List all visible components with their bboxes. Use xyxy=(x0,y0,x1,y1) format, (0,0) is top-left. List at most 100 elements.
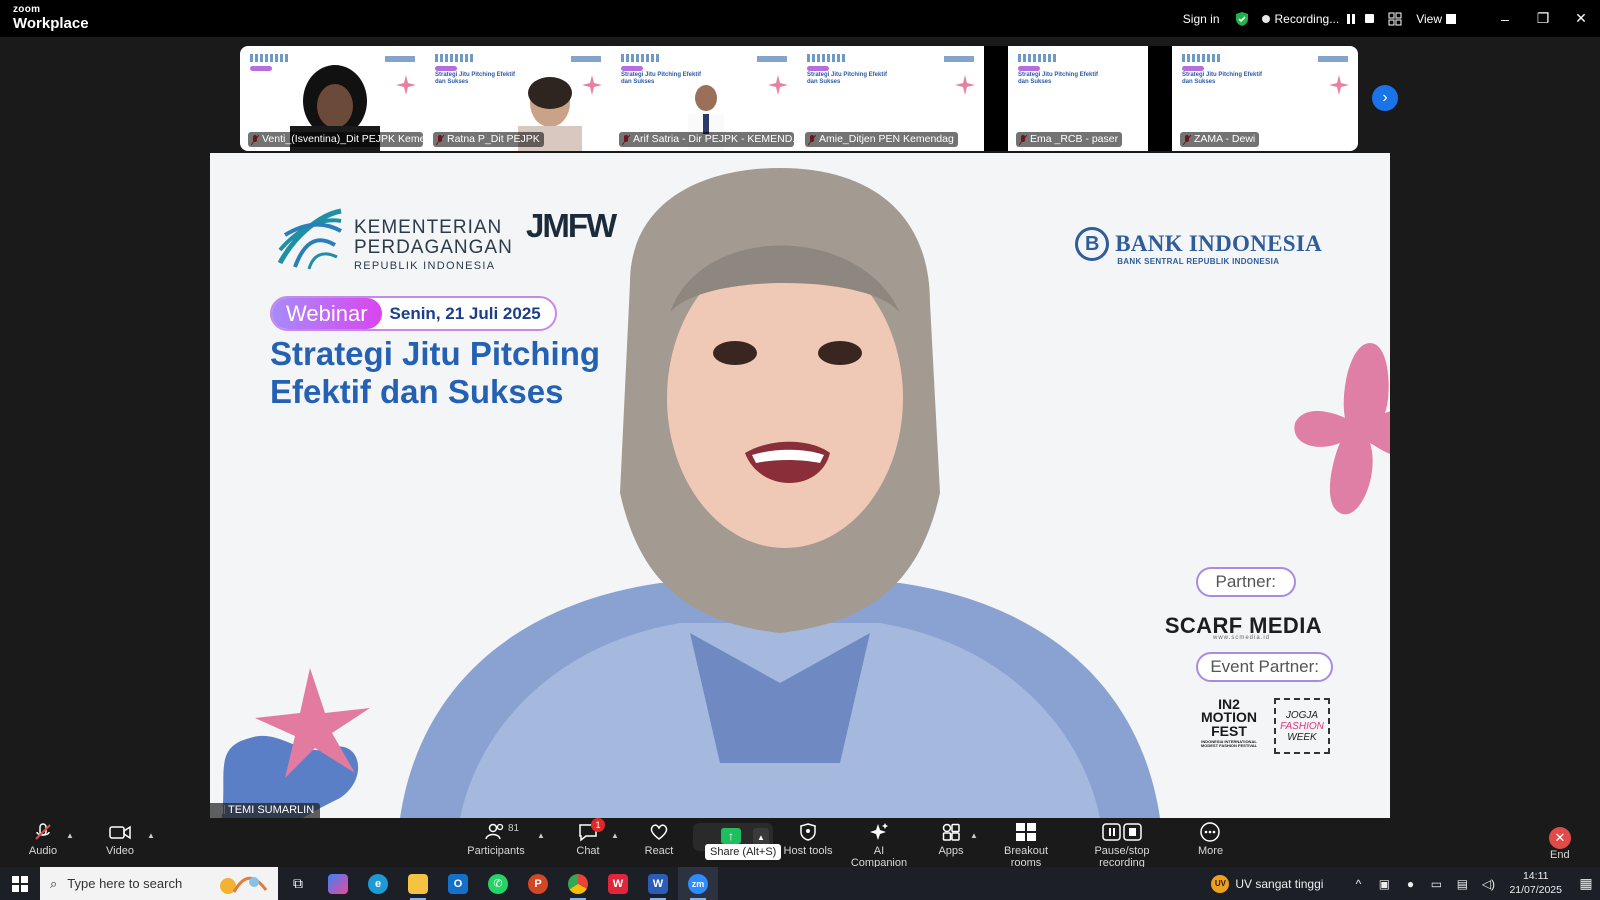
ai-companion-label: AI Companion xyxy=(850,845,908,869)
more-button[interactable]: More xyxy=(1198,822,1223,857)
decor-star-blob-right xyxy=(1294,343,1390,515)
wps-app[interactable]: W xyxy=(598,867,638,900)
decor-star-icon xyxy=(396,75,416,95)
pause-recording-icon[interactable] xyxy=(1347,13,1356,24)
title-bar: zoom Workplace Sign in Recording... View… xyxy=(0,0,1600,37)
heart-icon xyxy=(650,824,668,840)
letterbox-bar xyxy=(1148,46,1172,151)
chat-unread-badge: 1 xyxy=(591,818,605,832)
close-button[interactable]: ✕ xyxy=(1562,0,1600,37)
meeting-toolbar: Audio ▲ Video ▲ Participants 81 ▲ Chat 1… xyxy=(0,818,1600,869)
chrome-icon xyxy=(568,873,588,894)
taskbar-search-box[interactable]: ⌕ Type here to search xyxy=(40,867,278,900)
active-speaker-video[interactable]: KEMENTERIAN PERDAGANGAN REPUBLIK INDONES… xyxy=(210,153,1390,818)
audio-options-caret[interactable]: ▲ xyxy=(66,831,74,840)
whatsapp-app[interactable]: ✆ xyxy=(478,867,518,900)
clock-time: 14:11 xyxy=(1522,870,1549,883)
taskbar-clock[interactable]: 14:11 21/07/2025 xyxy=(1509,870,1562,896)
end-meeting-button[interactable]: ✕ xyxy=(1549,827,1571,849)
participant-tile[interactable]: Strategi Jitu Pitching Efektif dan Sukse… xyxy=(611,46,797,151)
word-app[interactable]: W xyxy=(638,867,678,900)
participant-gallery: Venti_(Isventina)_Dit PEJPK Keme... Stra… xyxy=(240,46,1360,151)
recording-dot-icon xyxy=(1261,14,1270,23)
participant-tile[interactable]: Venti_(Isventina)_Dit PEJPK Keme... xyxy=(240,46,425,151)
participant-name: Amie_Ditjen PEN Kemendag xyxy=(805,132,958,147)
microphone-icon[interactable]: ● xyxy=(1397,877,1423,891)
search-icon: ⌕ xyxy=(50,875,58,891)
apps-button[interactable]: Apps xyxy=(938,822,964,857)
participant-name: Ema _RCB - paser xyxy=(1016,132,1123,147)
task-view-button[interactable]: ⧉ xyxy=(278,867,318,900)
chat-label: Chat xyxy=(576,845,600,857)
system-tray: UV UV sangat tinggi ^ ▣ ● ▭ ▤ ◁) 14:11 2… xyxy=(1211,867,1600,900)
gallery-next-button[interactable]: › xyxy=(1372,85,1398,111)
folder-icon xyxy=(408,873,428,894)
audio-button[interactable]: Audio xyxy=(28,822,58,857)
participants-icon xyxy=(485,823,504,840)
kemendag-logo xyxy=(277,208,342,270)
minimize-button[interactable]: – xyxy=(1486,0,1524,37)
notification-center-icon[interactable]: ▦ xyxy=(1572,875,1600,892)
webinar-label: Webinar xyxy=(272,298,382,329)
ai-companion-button[interactable]: AI Companion xyxy=(846,822,912,869)
chat-options-caret[interactable]: ▲ xyxy=(611,831,619,840)
zoom-app[interactable]: zm xyxy=(678,867,718,900)
restore-button[interactable]: ❐ xyxy=(1524,0,1562,37)
participants-count: 81 xyxy=(508,823,520,834)
mini-slide-title: Strategi Jitu Pitching Efektif dan Sukse… xyxy=(435,72,516,85)
video-label: Video xyxy=(106,845,134,857)
pause-stop-recording-button[interactable]: Pause/stop recording xyxy=(1074,822,1170,869)
in2-line-3: FEST xyxy=(1211,722,1247,739)
camera-icon xyxy=(109,825,131,840)
participant-tile[interactable]: Strategi Jitu Pitching Efektif dan Sukse… xyxy=(1008,46,1148,151)
host-tools-button[interactable]: Host tools xyxy=(783,822,833,857)
meet-now-icon[interactable]: ▣ xyxy=(1371,877,1397,891)
scarf-media-url: www.scmedia.id xyxy=(1212,635,1270,641)
edge-icon: e xyxy=(368,873,388,894)
powerpoint-app[interactable]: P xyxy=(518,867,558,900)
end-label: End xyxy=(1550,849,1570,861)
wps-icon: W xyxy=(608,873,628,894)
search-placeholder: Type here to search xyxy=(67,876,183,891)
chevron-right-icon: › xyxy=(1382,89,1388,106)
windows-start-button[interactable] xyxy=(0,875,40,892)
gallery-grid-icon[interactable] xyxy=(1388,12,1402,26)
weather-text: UV sangat tinggi xyxy=(1235,876,1324,891)
apps-options-caret[interactable]: ▲ xyxy=(970,831,978,840)
word-icon: W xyxy=(648,873,668,894)
uv-index-icon: UV xyxy=(1211,874,1230,893)
video-options-caret[interactable]: ▲ xyxy=(147,831,155,840)
network-icon[interactable]: ▤ xyxy=(1449,877,1475,891)
participant-name: ZAMA - Dewi xyxy=(1180,132,1260,147)
edge-app[interactable]: e xyxy=(358,867,398,900)
pause-stop-icon xyxy=(1102,823,1142,841)
clock-date: 21/07/2025 xyxy=(1509,883,1562,896)
participant-tile[interactable]: Strategi Jitu Pitching Efektif dan Sukse… xyxy=(797,46,984,151)
display-icon[interactable]: ▭ xyxy=(1423,877,1449,891)
outlook-app[interactable]: O xyxy=(438,867,478,900)
sign-in-link[interactable]: Sign in xyxy=(1183,12,1220,26)
video-button[interactable]: Video xyxy=(104,822,136,857)
audio-label: Audio xyxy=(28,845,58,857)
participant-tile[interactable]: Strategi Jitu Pitching Efektif dan Sukse… xyxy=(1172,46,1358,151)
stop-recording-icon[interactable] xyxy=(1365,14,1375,23)
volume-icon[interactable]: ◁) xyxy=(1475,877,1501,891)
chrome-app[interactable] xyxy=(558,867,598,900)
breakout-rooms-button[interactable]: Breakout rooms xyxy=(990,822,1062,869)
shield-check-icon[interactable] xyxy=(1234,11,1250,27)
mini-slide-title: Strategi Jitu Pitching Efektif dan Sukse… xyxy=(1018,72,1099,85)
apps-icon xyxy=(942,823,960,841)
recording-status: Recording... xyxy=(1274,11,1340,26)
pause-stop-recording-label: Pause/stop recording xyxy=(1094,845,1150,869)
view-menu[interactable]: View xyxy=(1416,12,1442,26)
participants-options-caret[interactable]: ▲ xyxy=(537,831,545,840)
whatsapp-icon: ✆ xyxy=(488,873,508,894)
weather-widget[interactable]: UV UV sangat tinggi xyxy=(1211,874,1324,893)
jogja-fashion-week-logo: JOGJA FASHION WEEK xyxy=(1274,698,1330,754)
react-button[interactable]: React xyxy=(644,822,674,857)
show-hidden-icons-chevron-icon[interactable]: ^ xyxy=(1345,877,1371,891)
copilot-app[interactable] xyxy=(318,867,358,900)
participant-tile[interactable]: Strategi Jitu Pitching Efektif dan Sukse… xyxy=(425,46,611,151)
view-layout-icon[interactable] xyxy=(1446,13,1456,24)
file-explorer-app[interactable] xyxy=(398,867,438,900)
